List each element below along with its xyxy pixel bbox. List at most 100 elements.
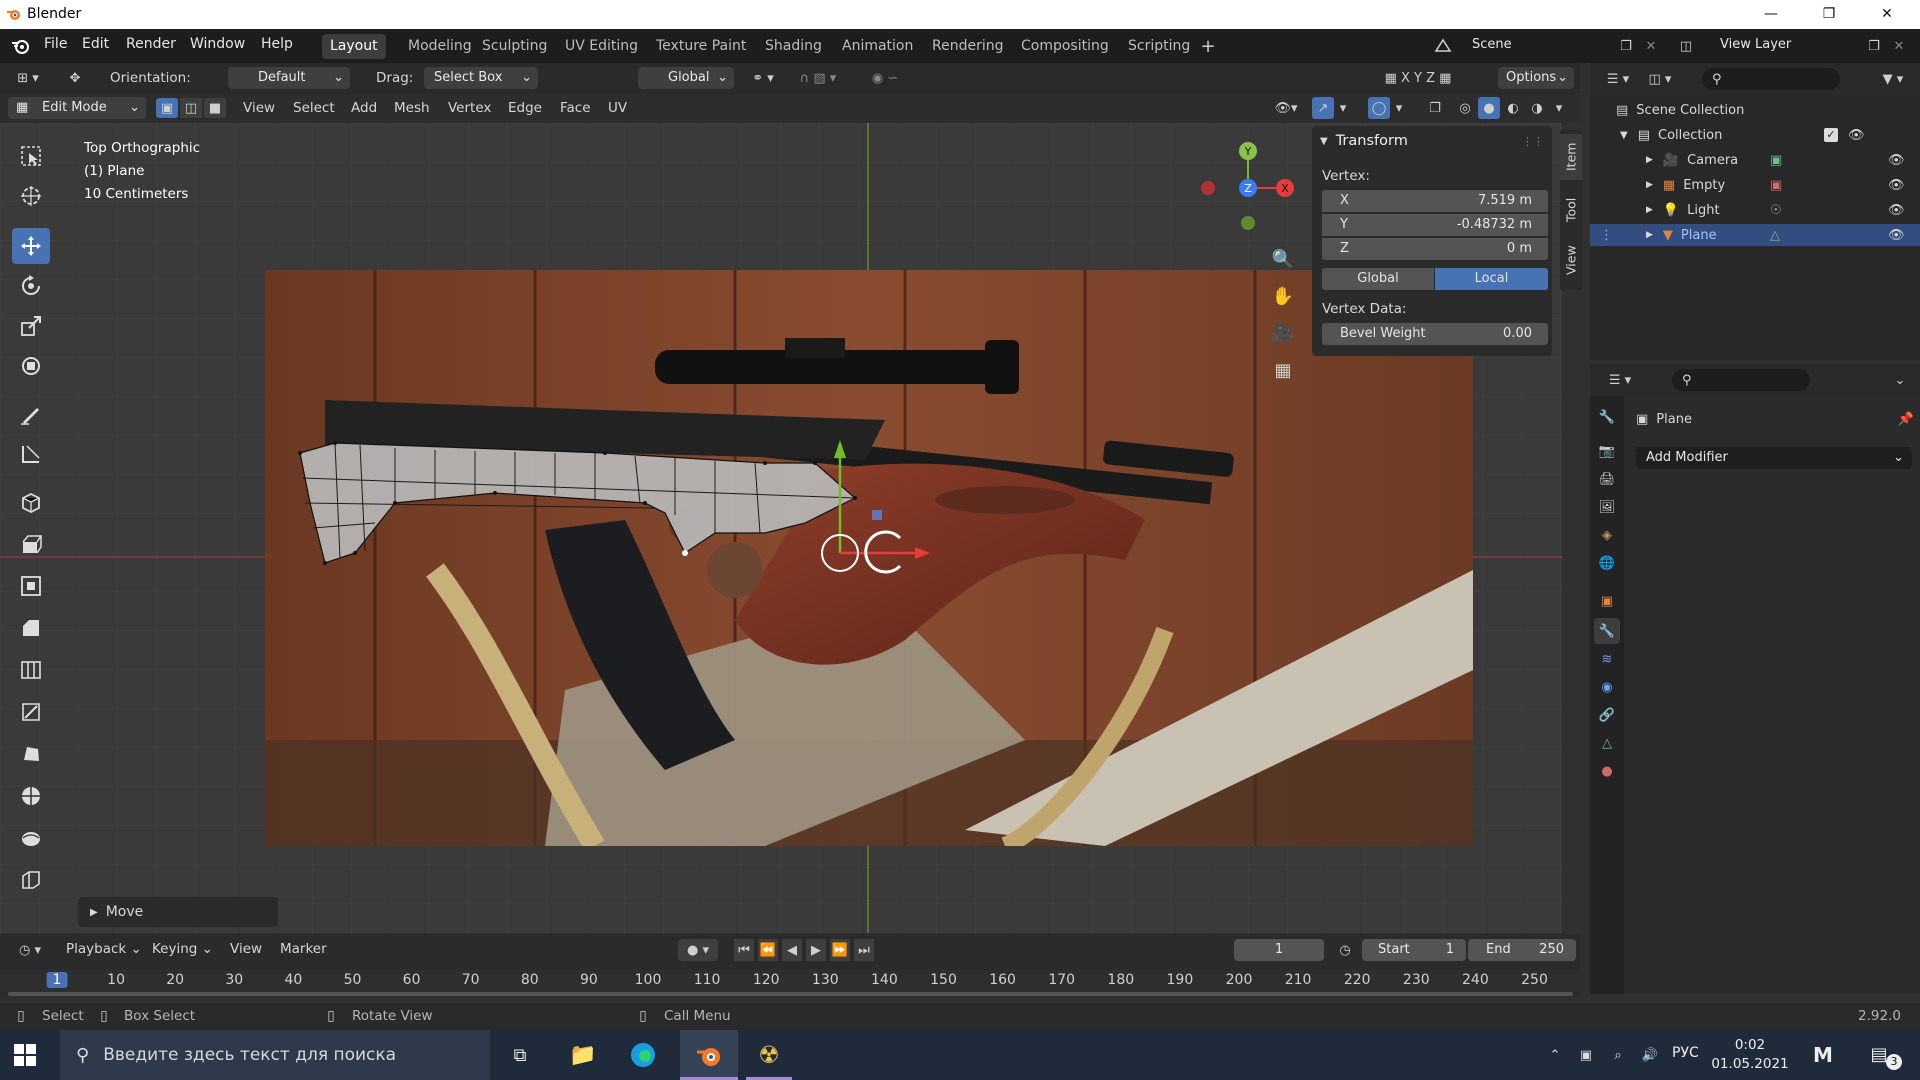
view-layer-icon[interactable]: ◫: [1674, 36, 1698, 56]
timeline-scrollbar[interactable]: [8, 992, 1573, 996]
minimize-icon[interactable]: —: [1748, 0, 1794, 29]
move-tool-icon[interactable]: [12, 228, 50, 264]
image-data-icon[interactable]: ▣: [1770, 178, 1782, 193]
taskbar-search-box[interactable]: ⚲ Введите здесь текст для поиска: [60, 1030, 490, 1080]
select-box-tool-icon[interactable]: [12, 138, 50, 174]
camera-view-icon[interactable]: 🎥: [1268, 318, 1298, 348]
menu-mesh[interactable]: Mesh: [394, 100, 430, 116]
menu-uv[interactable]: UV: [608, 100, 627, 116]
display-mode-icon[interactable]: ◫ ▾: [1642, 69, 1678, 89]
mode-dropdown[interactable]: ▦ Edit Mode ⌄: [8, 97, 146, 119]
pan-hand-icon[interactable]: ✋: [1268, 281, 1298, 311]
jump-end-icon[interactable]: ⏭: [854, 939, 874, 961]
tab-compositing[interactable]: Compositing: [1013, 34, 1117, 59]
tab-shading[interactable]: Shading: [757, 34, 830, 59]
outliner-row-light[interactable]: ▶ 💡 Light ☉ 👁: [1590, 199, 1920, 221]
mirror-axis-icon[interactable]: ▦ X Y Z ▦: [1368, 68, 1468, 88]
tray-expand-icon[interactable]: ⌃: [1546, 1044, 1564, 1066]
expand-arrow-icon[interactable]: ▶: [1646, 230, 1653, 240]
menu-help[interactable]: Help: [261, 36, 293, 52]
delete-scene-icon[interactable]: ✕: [1642, 36, 1660, 56]
vertex-select-icon[interactable]: ▣: [156, 98, 178, 118]
menu-vertex[interactable]: Vertex: [448, 100, 491, 116]
add-workspace-icon[interactable]: +: [1198, 36, 1218, 57]
transform-panel-header[interactable]: ▼ Transform ⋮⋮: [1320, 130, 1544, 152]
object-properties-icon[interactable]: ▣: [1596, 590, 1618, 612]
tab-texture-paint[interactable]: Texture Paint: [648, 34, 754, 59]
solid-shading-icon[interactable]: ●: [1478, 97, 1500, 119]
eye-icon[interactable]: 👁: [1888, 178, 1905, 193]
menu-select[interactable]: Select: [293, 100, 335, 116]
add-cube-tool-icon[interactable]: [12, 484, 50, 520]
eye-icon[interactable]: 👁: [1888, 228, 1905, 243]
pin-icon[interactable]: 📌: [1898, 412, 1914, 427]
volume-icon[interactable]: 🔊: [1638, 1044, 1662, 1066]
vertex-y-field[interactable]: Y -0.48732 m: [1322, 214, 1548, 236]
blender-menu-icon[interactable]: [10, 36, 32, 56]
play-icon[interactable]: ▶: [806, 939, 826, 961]
checkbox-icon[interactable]: ✓: [1824, 128, 1838, 142]
tab-scripting[interactable]: Scripting: [1120, 34, 1198, 59]
drag-dropdown[interactable]: Select Box ⌄: [424, 67, 538, 89]
edge-select-icon[interactable]: ◫: [180, 98, 202, 118]
mesh-data-icon[interactable]: △: [1770, 228, 1780, 243]
options-dropdown[interactable]: Options ⌄: [1498, 67, 1574, 89]
prev-keyframe-icon[interactable]: ⏪: [758, 939, 778, 961]
menu-window[interactable]: Window: [190, 36, 245, 52]
view-layer-properties-icon[interactable]: 🖼: [1596, 496, 1618, 518]
tab-uv-editing[interactable]: UV Editing: [557, 34, 646, 59]
navigation-gizmo[interactable]: Y X Z: [1195, 133, 1305, 243]
auto-keying-icon[interactable]: ● ▾: [678, 939, 718, 961]
zoom-icon[interactable]: 🔍: [1268, 244, 1298, 274]
wifi-icon[interactable]: ⌕: [1606, 1044, 1630, 1066]
loop-cut-tool-icon[interactable]: [12, 652, 50, 688]
y-axis-arrow-icon[interactable]: [834, 440, 846, 458]
chevron-down-icon[interactable]: ▾: [1392, 98, 1406, 118]
drag-handle-icon[interactable]: ⋮⋮: [1522, 135, 1544, 148]
bevel-weight-field[interactable]: Bevel Weight 0.00: [1322, 323, 1548, 345]
expand-arrow-icon[interactable]: ▶: [1646, 205, 1653, 215]
eye-icon[interactable]: 👁: [1888, 153, 1905, 168]
global-space-button[interactable]: Global: [1322, 268, 1434, 290]
mesh-data-properties-icon[interactable]: △: [1596, 732, 1618, 754]
transform-tool-icon[interactable]: [12, 348, 50, 384]
face-select-icon[interactable]: ■: [204, 98, 226, 118]
last-operator-panel[interactable]: ▶ Move: [78, 897, 278, 927]
outliner-row-camera[interactable]: ▶ 🎥 Camera ▣ 👁: [1590, 149, 1920, 171]
tab-sculpting[interactable]: Sculpting: [474, 34, 555, 59]
edge-slide-tool-icon[interactable]: [12, 862, 50, 898]
clock-icon[interactable]: ◷: [1334, 939, 1356, 961]
move-tool-icon[interactable]: ✥: [62, 67, 88, 89]
expand-arrow-icon[interactable]: ▼: [1620, 130, 1628, 141]
wireframe-shading-icon[interactable]: ◎: [1454, 98, 1476, 118]
properties-editor-type-icon[interactable]: ☰ ▾: [1602, 370, 1638, 390]
menu-face[interactable]: Face: [560, 100, 591, 116]
sidebar-tab-item[interactable]: Item: [1560, 134, 1582, 180]
properties-search-input[interactable]: ⚲: [1672, 369, 1810, 391]
jump-start-icon[interactable]: ⏮: [734, 939, 754, 961]
physics-properties-icon[interactable]: ◉: [1596, 676, 1618, 698]
view-layer-field[interactable]: View Layer: [1712, 34, 1862, 56]
taskbar-clock[interactable]: 0:02 01.05.2021: [1710, 1036, 1790, 1074]
sidebar-tab-view[interactable]: View: [1560, 238, 1582, 282]
language-indicator[interactable]: РУС: [1672, 1045, 1699, 1061]
scale-tool-icon[interactable]: [12, 308, 50, 344]
render-properties-icon[interactable]: 📷: [1596, 440, 1618, 462]
outliner-row-plane[interactable]: ⋮ ▶ ▼ Plane △ 👁: [1590, 224, 1920, 246]
menu-file[interactable]: File: [44, 36, 67, 52]
particles-properties-icon[interactable]: ≋: [1596, 648, 1618, 670]
outliner-row-collection[interactable]: ▼ ▤ Collection ✓ 👁: [1620, 124, 1920, 146]
local-space-button[interactable]: Local: [1435, 268, 1548, 290]
material-shading-icon[interactable]: ◐: [1502, 98, 1524, 118]
perspective-toggle-icon[interactable]: ▦: [1268, 355, 1298, 385]
proportional-editing-icon[interactable]: ◉ ∽: [860, 68, 910, 88]
chevron-down-icon[interactable]: ▾: [1552, 98, 1566, 118]
edge-browser-icon[interactable]: [626, 1040, 660, 1070]
material-properties-icon[interactable]: ●: [1596, 760, 1618, 782]
radiation-app-button[interactable]: ☢: [740, 1030, 798, 1080]
timeline-editor-type-icon[interactable]: ◷ ▾: [12, 940, 48, 960]
rotate-tool-icon[interactable]: [12, 268, 50, 304]
gizmo-toggle-icon[interactable]: ↗: [1312, 97, 1334, 119]
orientation-dropdown[interactable]: Default ⌄: [228, 67, 350, 89]
new-scene-icon[interactable]: ❐: [1616, 36, 1636, 56]
